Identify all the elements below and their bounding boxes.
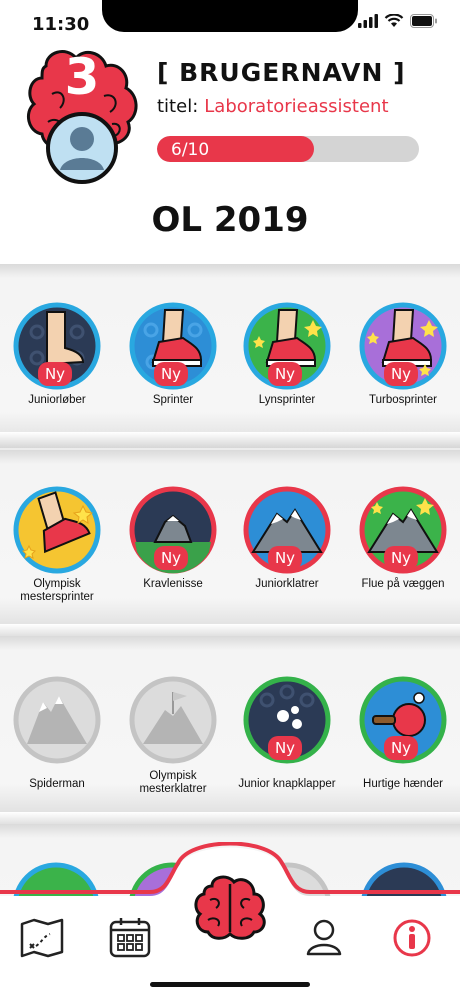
profile-icon [306,919,342,956]
new-badge: Ny [154,546,188,570]
profile-header: 3 [ BRUGERNAVN ] titel: Laboratorieassist… [0,32,460,264]
tab-profile[interactable] [306,918,342,963]
badge-olympisk-mestersprinter[interactable]: Olympisk mestersprinter [2,486,112,604]
new-badge: Ny [268,736,302,760]
badge-label: Kravlenisse [143,578,203,590]
badge-label: Olympisk mesterklatrer [139,770,207,795]
badge-label: Spiderman [29,778,85,790]
badge-label: Flue på væggen [361,578,445,590]
tab-calendar[interactable] [108,916,152,963]
badge-label: Juniorklatrer [255,578,319,590]
badge-shelves: Ny Juniorløber Ny Sprinter Ny Lynsprinte… [0,264,460,996]
mountain-flag-locked-icon [129,676,217,764]
new-badge: Ny [38,362,72,386]
info-icon [393,919,431,957]
calendar-icon [109,918,151,958]
badge-sprinter[interactable]: Ny Sprinter [118,302,228,407]
badge-spiderman[interactable]: Spiderman [2,676,112,791]
badge-label: Lynsprinter [258,394,316,406]
home-indicator [150,982,310,987]
badge-label: Junior knapklapper [238,778,336,790]
badge-juniorlober[interactable]: Ny Juniorløber [2,302,112,407]
level-number: 3 [64,48,100,106]
badge-label: Turbosprinter [369,394,437,406]
new-badge: Ny [384,546,418,570]
tab-bar [0,842,460,996]
notch [102,0,358,32]
title-value: Laboratorieassistent [204,96,389,117]
badge-lynsprinter[interactable]: Ny Lynsprinter [232,302,342,407]
badge-turbosprinter[interactable]: Ny Turbosprinter [348,302,458,407]
tab-home-brain[interactable] [192,870,268,947]
badge-olympisk-mesterklatrer[interactable]: Olympisk mesterklatrer [118,676,228,796]
title-label: titel: [157,96,199,117]
progress-text: 6/10 [171,140,210,160]
username: [ BRUGERNAVN ] [157,58,406,87]
badge-flue-paa-vaeggen[interactable]: Ny Flue på væggen [348,486,458,591]
battery-icon [410,14,437,28]
badge-label: Sprinter [152,394,194,406]
tab-info[interactable] [392,916,432,965]
new-badge: Ny [268,546,302,570]
tab-map[interactable] [20,918,64,963]
progress-bar: 6/10 [157,136,419,162]
wifi-icon [384,14,404,27]
badge-kravlenisse[interactable]: Ny Kravlenisse [118,486,228,591]
new-badge: Ny [268,362,302,386]
new-badge: Ny [384,362,418,386]
map-icon [20,918,64,958]
new-badge: Ny [384,736,418,760]
sneaker-stars-icon [13,486,101,574]
badge-label: Juniorløber [28,394,86,406]
signal-icon [358,14,378,28]
badge-label: Hurtige hænder [363,778,443,790]
badge-juniorklatrer[interactable]: Ny Juniorklatrer [232,486,342,591]
mountain-locked-icon [13,676,101,764]
badge-junior-knapklapper[interactable]: Ny Junior knapklapper [232,676,342,791]
badge-hurtige-haender[interactable]: Ny Hurtige hænder [348,676,458,791]
level-badge: 3 [22,38,142,188]
badge-label: Olympisk mestersprinter [20,578,94,603]
title-row: titel: Laboratorieassistent [157,96,389,117]
brain-icon [194,875,266,940]
page-title: OL 2019 [151,200,309,240]
new-badge: Ny [154,362,188,386]
